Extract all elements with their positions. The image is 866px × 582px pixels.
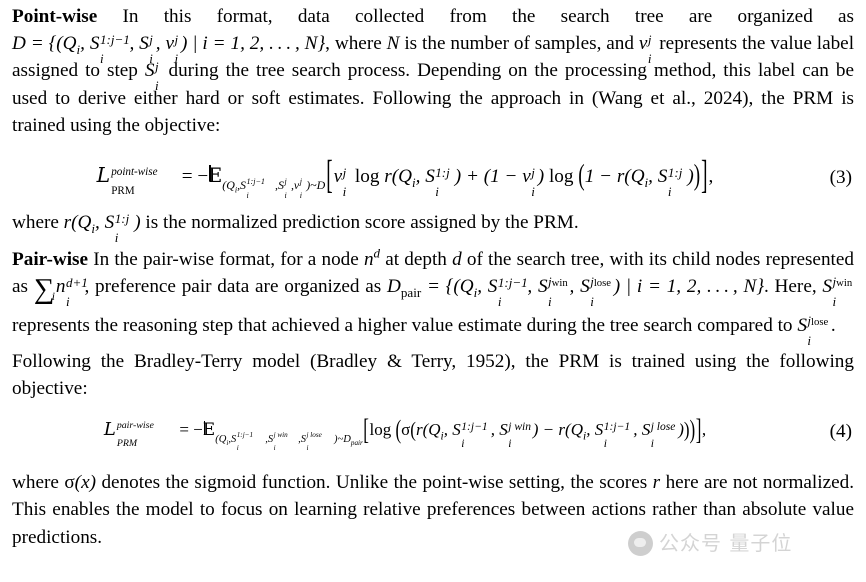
math-r-score: r <box>652 472 661 494</box>
paragraph-point-wise: Point-wise In this format, data collecte… <box>12 3 854 139</box>
paragraph-pair-wise: Pair-wise In the pair-wise format, for a… <box>12 245 854 348</box>
point-wise-text-1: In this format, data collected from the … <box>97 6 855 27</box>
pair-wise-text-5: . Here, <box>764 275 823 297</box>
math-step-S: Sji <box>144 59 159 94</box>
paragraph-bradley-terry: Following the Bradley-Terry model (Bradl… <box>12 350 854 399</box>
pair-wise-text-6: represents the reasoning step that achie… <box>12 314 798 336</box>
pair-wise-text-2: at depth <box>380 248 453 270</box>
after-eq3-text-2: is the normalized prediction score assig… <box>140 212 579 234</box>
math-N: N <box>386 33 400 55</box>
equation-3-body: Lpoint-wisePRM = −(Qi,S1:j−1i,Sji,vji)~D… <box>12 154 798 200</box>
equation-4-body: Lpair-wisePRM = −(Qi,S1:j−1i,Sj wini,Sj … <box>12 413 798 452</box>
equation-4: Lpair-wisePRM = −(Qi,S1:j−1i,Sj wini,Sj … <box>12 413 854 452</box>
paragraph-lead-pair-wise: Pair-wise <box>12 248 89 270</box>
after-eq3-text-1: where <box>12 212 64 234</box>
paragraph-after-eq4: where σ(x) denotes the sigmoid function.… <box>12 469 854 551</box>
equation-3-number: (3) <box>829 166 852 188</box>
after-eq4-text-1: where <box>12 472 65 494</box>
math-dataset-definition: D = {(Qi, S 1:j−1 i, Sji, v j i) | i = 1, 2,… <box>12 32 326 67</box>
paragraph-lead-point-wise: Point-wise <box>12 6 98 27</box>
pair-wise-text-4: , preference pair data are organized as <box>84 275 388 297</box>
point-wise-text-3: is the number of samples, and <box>399 33 639 55</box>
paper-page: Point-wise In this format, data collecte… <box>0 0 866 582</box>
math-node-nd: nd <box>363 245 381 270</box>
math-child-sum: ∑in d+1 i <box>33 273 88 309</box>
math-S-win: Sjwin i <box>822 274 853 309</box>
equation-4-number: (4) <box>829 421 852 443</box>
point-wise-text-2: , where <box>325 33 387 55</box>
math-value-label: vji <box>638 32 652 67</box>
pair-wise-text-1: In the pair-wise format, for a node <box>88 248 364 270</box>
math-Dpair-definition: Dpair = {(Qi, S 1:j−1 i, Sjwin i, Sjlose i) … <box>387 274 764 309</box>
after-eq4-text-2: denotes the sigmoid function. Unlike the… <box>95 472 653 494</box>
paragraph-after-eq3: where r(Qi, S 1:j i) is the normalized pre… <box>12 209 854 246</box>
math-r-normalized: r(Qi, S 1:j i) <box>63 211 141 246</box>
equation-3: Lpoint-wisePRM = −(Qi,S1:j−1i,Sji,vji)~D… <box>12 154 854 200</box>
math-S-lose: Sjlose i <box>797 312 829 348</box>
math-sigmoid: σ(x) <box>64 472 96 494</box>
pair-wise-text-7: . <box>830 314 836 336</box>
math-depth-d: d <box>452 248 462 270</box>
